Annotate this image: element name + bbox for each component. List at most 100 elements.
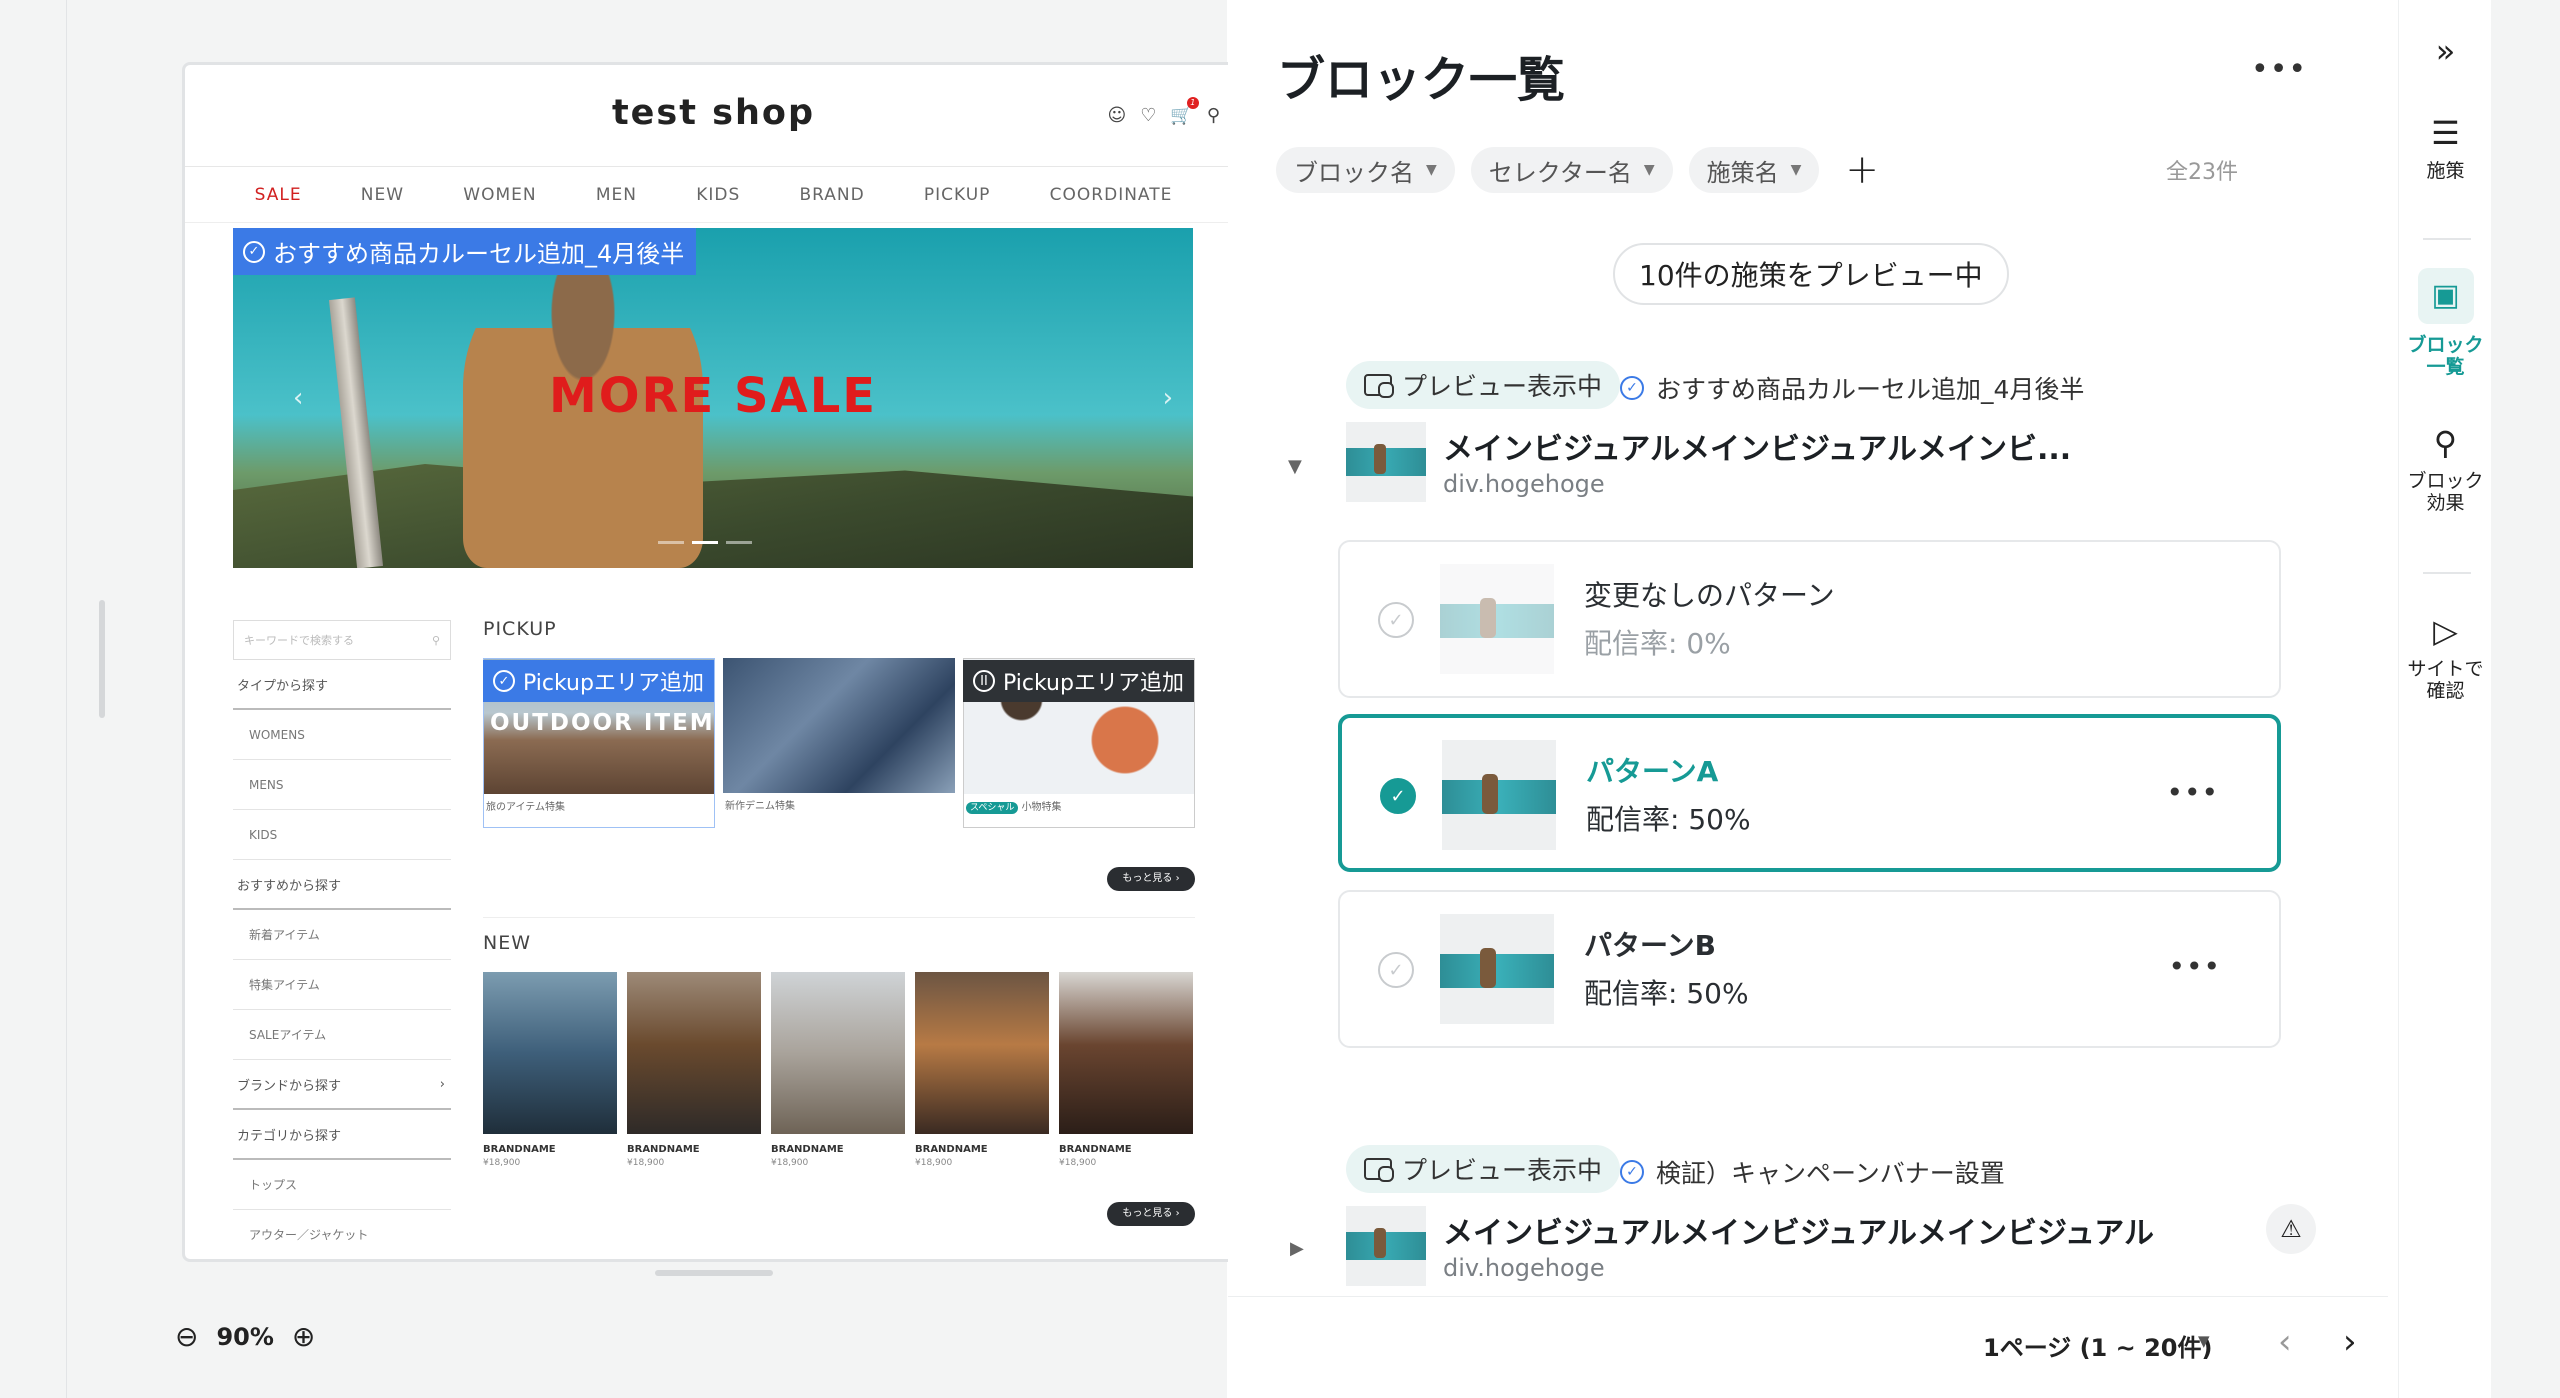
nav-kids[interactable]: KIDS xyxy=(696,185,740,205)
pattern-card[interactable]: ✓ 変更なしのパターン 配信率: 0% xyxy=(1338,540,2281,698)
filter-selector-name[interactable]: セレクター名 ▼ xyxy=(1470,147,1673,193)
new-item[interactable]: BRANDNAME ¥18,900 xyxy=(771,972,905,1168)
search-icon[interactable]: ⚲ xyxy=(1207,105,1220,126)
pattern-card-selected[interactable]: ✓ パターンA 配信率: 50% ••• xyxy=(1338,714,2281,872)
zoom-out-icon[interactable]: ⊖ xyxy=(175,1320,198,1353)
nav-women[interactable]: WOMEN xyxy=(463,185,536,205)
pickup-card-2[interactable]: 新作デニム特集 xyxy=(723,658,955,828)
rail-item-campaigns[interactable]: ☰ 施策 xyxy=(2399,116,2492,182)
shop-side-item[interactable]: WOMENS xyxy=(233,710,451,760)
expand-icon[interactable]: ▶ xyxy=(1290,1238,1304,1259)
pattern-name: パターンB xyxy=(1584,929,1716,962)
next-page-icon[interactable]: › xyxy=(2343,1322,2357,1362)
nav-coordinate[interactable]: COORDINATE xyxy=(1050,185,1173,205)
preview-area: test shop ☺ ♡ 🛒 1 ⚲ SALE NEW WOMEN MEN KI… xyxy=(67,0,1245,1398)
pickup-title: PICKUP xyxy=(483,618,557,640)
zoom-in-icon[interactable]: ⊕ xyxy=(292,1320,315,1353)
pause-circle-icon: II xyxy=(973,670,995,692)
warning-icon[interactable]: ⚠ xyxy=(2266,1204,2316,1254)
new-item[interactable]: BRANDNAME ¥18,900 xyxy=(1059,972,1193,1168)
nav-new[interactable]: NEW xyxy=(361,185,404,205)
new-item[interactable]: BRANDNAME ¥18,900 xyxy=(627,972,761,1168)
pattern-radio[interactable]: ✓ xyxy=(1378,602,1414,638)
check-circle-icon: ✓ xyxy=(1620,376,1644,400)
hero-carousel[interactable]: MORE SALE ‹ › xyxy=(233,228,1193,568)
new-item-image xyxy=(1059,972,1193,1134)
rail-item-block-effect[interactable]: ⚲ ブロック 効果 xyxy=(2399,426,2492,514)
shop-side-item[interactable]: おすすめから探す xyxy=(233,860,451,910)
new-item-brand: BRANDNAME xyxy=(771,1144,844,1155)
check-circle-icon: ✓ xyxy=(1620,1160,1644,1184)
block-name[interactable]: メインビジュアルメインビジュアルメインビ... xyxy=(1443,424,2071,468)
divider xyxy=(483,917,1195,918)
shop-side-item[interactable]: KIDS xyxy=(233,810,451,860)
shop-side-item[interactable]: MENS xyxy=(233,760,451,810)
filter-campaign-name[interactable]: 施策名 ▼ xyxy=(1688,147,1820,193)
new-item[interactable]: BRANDNAME ¥18,900 xyxy=(483,972,617,1168)
shop-side-item[interactable]: 特集アイテム xyxy=(233,960,451,1010)
collapse-icon[interactable]: ▼ xyxy=(1288,456,1302,477)
pattern-radio[interactable]: ✓ xyxy=(1380,778,1416,814)
shop-side-item[interactable]: 新着アイテム xyxy=(233,910,451,960)
chevron-down-icon: ▼ xyxy=(1426,162,1437,178)
shop-side-item[interactable]: カテゴリから探す xyxy=(233,1110,451,1160)
new-more-button[interactable]: もっと見る › xyxy=(1107,1202,1195,1226)
rail-item-site-check[interactable]: ▷ サイトで 確認 xyxy=(2399,614,2492,702)
pattern-card[interactable]: ✓ パターンB 配信率: 50% ••• xyxy=(1338,890,2281,1048)
pickup-caption-2: 新作デニム特集 xyxy=(725,801,795,812)
pickup-tag-1[interactable]: ✓ Pickupエリア追加 xyxy=(483,660,714,702)
more-icon[interactable]: ••• xyxy=(2251,52,2307,87)
hero-next-icon[interactable]: › xyxy=(1163,383,1173,413)
shop-search-placeholder: キーワードで検索する xyxy=(244,634,354,647)
shop-title[interactable]: test shop xyxy=(185,93,1242,133)
zoom-value: 90% xyxy=(216,1322,274,1351)
chevron-down-icon: ▼ xyxy=(1790,162,1802,178)
nav-men[interactable]: MEN xyxy=(596,185,637,205)
nav-sale[interactable]: SALE xyxy=(255,185,302,205)
search-icon[interactable]: ⚲ xyxy=(432,634,440,647)
shop-search-input[interactable]: キーワードで検索する ⚲ xyxy=(233,620,451,660)
preview-scrollbar[interactable] xyxy=(655,1270,773,1276)
rail-label: ブロック 効果 xyxy=(2407,470,2484,514)
check-circle-icon: ✓ xyxy=(243,240,265,263)
resize-handle-left[interactable] xyxy=(99,600,105,718)
preview-eye-icon xyxy=(1364,1158,1394,1182)
zoom-control: ⊖ 90% ⊕ xyxy=(175,1320,315,1353)
prev-page-icon[interactable]: ‹ xyxy=(2278,1322,2292,1362)
pickup-tag-3[interactable]: II Pickupエリア追加 xyxy=(963,660,1194,702)
hero-campaign-tag[interactable]: ✓ おすすめ商品カルーセル追加_4月後半 xyxy=(233,228,697,275)
new-item-image xyxy=(483,972,617,1134)
new-item-price: ¥18,900 xyxy=(771,1158,809,1168)
nav-brand[interactable]: BRAND xyxy=(799,185,864,205)
collapse-rail-icon[interactable]: » xyxy=(2399,34,2492,78)
page-select[interactable]: 1ページ (1 ~ 20件) xyxy=(1983,1328,2212,1363)
filter-block-name[interactable]: ブロック名 ▼ xyxy=(1276,147,1455,193)
new-item-price: ¥18,900 xyxy=(915,1158,953,1168)
hero-prev-icon[interactable]: ‹ xyxy=(293,383,303,413)
heart-icon[interactable]: ♡ xyxy=(1140,105,1156,126)
shop-side-item[interactable]: アウター／ジャケット xyxy=(233,1210,451,1259)
shop-side-item[interactable]: ブランドから探す › xyxy=(233,1060,451,1110)
pickup-more-button[interactable]: もっと見る › xyxy=(1107,867,1195,891)
new-item[interactable]: BRANDNAME ¥18,900 xyxy=(915,972,1049,1168)
pattern-radio[interactable]: ✓ xyxy=(1378,952,1414,988)
shop-side-item[interactable]: SALEアイテム xyxy=(233,1010,451,1060)
hero-text: MORE SALE xyxy=(548,368,878,424)
chevron-right-icon: › xyxy=(439,1076,445,1092)
user-icon[interactable]: ☺ xyxy=(1107,105,1126,126)
shop-side-item[interactable]: タイプから探す xyxy=(233,660,451,710)
cart-icon[interactable]: 🛒 1 xyxy=(1170,97,1199,126)
nav-pickup[interactable]: PICKUP xyxy=(924,185,991,205)
add-filter-icon[interactable]: + xyxy=(1845,147,1879,193)
more-icon[interactable]: ••• xyxy=(2166,776,2219,809)
cart-badge: 1 xyxy=(1186,97,1199,109)
rail-item-block-list[interactable]: ▣ ブロック 一覧 xyxy=(2399,268,2492,378)
shop-side-item[interactable]: トップス xyxy=(233,1160,451,1210)
chevron-down-icon[interactable]: ▼ xyxy=(2198,1332,2210,1350)
more-icon[interactable]: ••• xyxy=(2168,950,2221,983)
hero-dots xyxy=(658,541,752,544)
preview-status-pill[interactable]: 10件の施策をプレビュー中 xyxy=(1613,243,2009,305)
preview-eye-icon xyxy=(1364,374,1394,398)
campaign-label: ✓ おすすめ商品カルーセル追加_4月後半 xyxy=(1620,370,2084,406)
block-name[interactable]: メインビジュアルメインビジュアルメインビジュアル xyxy=(1443,1208,2154,1252)
